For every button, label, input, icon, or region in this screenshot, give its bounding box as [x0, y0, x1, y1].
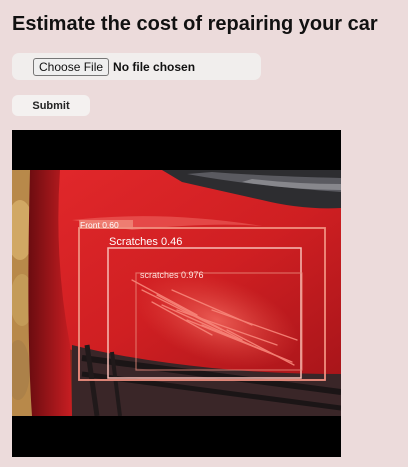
detection-label-front: Front 0.60: [80, 220, 119, 230]
page-title: Estimate the cost of repairing your car: [12, 13, 378, 35]
detection-label-scratches: Scratches 0.46: [109, 236, 182, 248]
file-upload-field: Choose File No file chosen: [12, 53, 261, 80]
file-status-text: No file chosen: [113, 59, 196, 74]
detection-label-scratch-detail: scratches 0.976: [140, 270, 204, 280]
detection-result-image: Front 0.60 Scratches 0.46 scratches 0.97…: [12, 130, 341, 457]
choose-file-button[interactable]: Choose File: [33, 57, 110, 76]
submit-button[interactable]: Submit: [12, 95, 90, 116]
